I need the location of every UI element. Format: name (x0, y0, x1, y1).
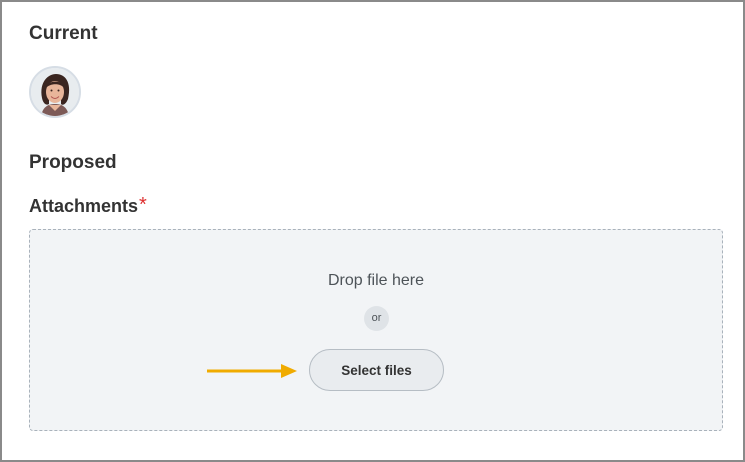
avatar[interactable] (29, 66, 81, 118)
attachments-label: Attachments (29, 196, 139, 216)
required-indicator: * (139, 194, 147, 216)
arrow-right-icon (207, 364, 297, 378)
or-separator: or (364, 306, 389, 331)
proposed-section-title: Proposed (29, 152, 117, 173)
select-files-button[interactable]: Select files (309, 349, 444, 391)
user-photo-icon (31, 68, 79, 116)
current-section-title: Current (29, 23, 98, 44)
drop-file-text: Drop file here (327, 272, 425, 289)
file-drop-zone[interactable]: Drop file here or Select files (29, 229, 723, 431)
content-panel: Current Proposed Attachments * Drop file… (0, 0, 745, 462)
